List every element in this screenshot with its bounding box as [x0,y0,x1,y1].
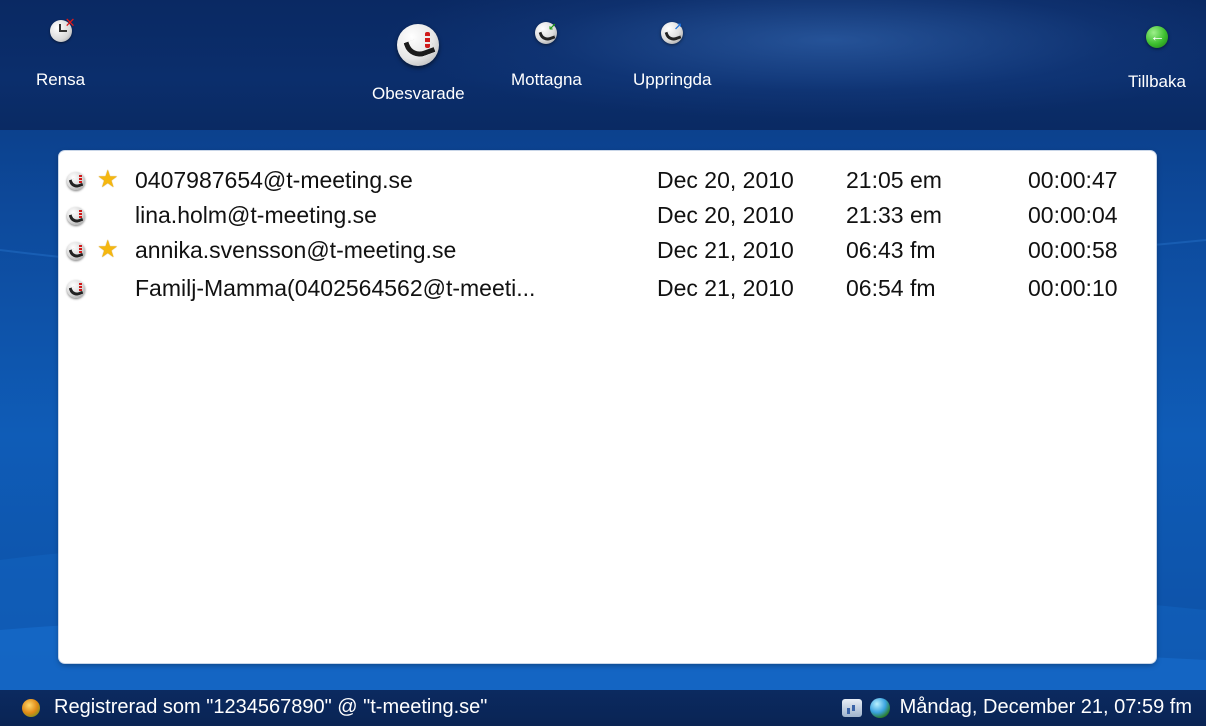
clock-area: Måndag, December 21, 07:59 fm [841,696,1192,719]
globe-icon[interactable] [869,697,890,718]
call-date: Dec 20, 2010 [657,202,794,228]
call-contact: lina.holm@t-meeting.se [135,202,377,228]
call-row[interactable]: ★ annika.svensson@t-meeting.se Dec 21, 2… [59,233,1156,269]
call-contact: Familj-Mamma(0402564562@t-meeti... [135,275,536,301]
back-button[interactable]: ← Tillbaka [1128,26,1186,92]
received-label: Mottagna [511,70,582,89]
call-contact: 0407987654@t-meeting.se [135,167,413,193]
favorite-star-icon: ★ [97,236,119,263]
call-time: 06:54 fm [846,275,936,301]
network-icon[interactable] [841,698,862,717]
call-time: 21:05 em [846,167,942,193]
missed-label: Obesvarade [372,84,465,103]
call-duration: 00:00:58 [1028,237,1118,263]
back-label: Tillbaka [1128,72,1186,91]
toolbar-glow [380,0,1206,120]
status-bar: Registrerad som "1234567890" @ "t-meetin… [0,690,1206,726]
toolbar: ✕ Rensa Obesvarade ↙ Mottagna ↗ Uppringd… [0,0,1206,130]
call-row[interactable]: ★ 0407987654@t-meeting.se Dec 20, 2010 2… [59,163,1156,199]
missed-calls-button[interactable]: Obesvarade [372,24,465,104]
registration-icon [22,698,40,717]
date-time-text: Måndag, December 21, 07:59 fm [899,696,1192,718]
missed-call-icon [67,280,85,298]
call-row[interactable]: lina.holm@t-meeting.se Dec 20, 2010 21:3… [59,198,1156,234]
favorite-star-icon: ★ [97,166,119,193]
clear-history-icon: ✕ [49,15,76,42]
dialed-call-icon: ↗ [661,22,684,44]
missed-call-icon [67,172,85,190]
received-call-icon: ↙ [535,22,558,44]
call-time: 06:43 fm [846,237,936,263]
dialed-calls-button[interactable]: ↗ Uppringda [633,22,711,90]
received-calls-button[interactable]: ↙ Mottagna [511,22,582,90]
back-arrow-icon: ← [1145,26,1168,48]
call-duration: 00:00:04 [1028,202,1118,228]
missed-call-icon [67,207,85,225]
missed-call-icon [397,24,440,66]
call-duration: 00:00:47 [1028,167,1118,193]
call-date: Dec 21, 2010 [657,275,794,301]
registration-status: Registrerad som "1234567890" @ "t-meetin… [22,696,487,719]
missed-call-icon [67,242,85,260]
dialed-label: Uppringda [633,70,712,89]
call-date: Dec 20, 2010 [657,167,794,193]
clear-button[interactable]: ✕ Rensa [36,15,86,90]
call-list: ★ 0407987654@t-meeting.se Dec 20, 2010 2… [59,151,1156,663]
call-row[interactable]: Familj-Mamma(0402564562@t-meeti... Dec 2… [59,271,1156,307]
call-contact: annika.svensson@t-meeting.se [135,237,457,263]
clear-label: Rensa [36,70,86,89]
call-duration: 00:00:10 [1028,275,1118,301]
registration-text: Registrerad som "1234567890" @ "t-meetin… [54,696,488,718]
call-time: 21:33 em [846,202,942,228]
call-date: Dec 21, 2010 [657,237,794,263]
